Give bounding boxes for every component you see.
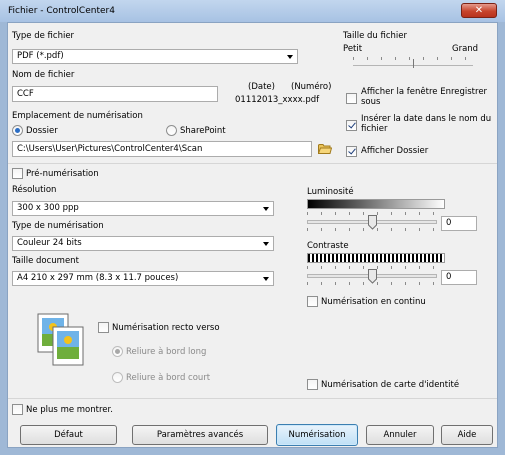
file-size-small-label: Petit [343, 44, 363, 54]
long-edge-label: Reliure à bord long [126, 347, 207, 357]
save-dialog-label: Afficher la fenêtre Enregistrer sous [361, 87, 488, 107]
resolution-label: Résolution [12, 185, 57, 195]
resolution-value: 300 x 300 ppp [17, 203, 79, 213]
dialog-body: Type de fichier PDF (*.pdf) Taille du fi… [7, 22, 498, 448]
file-size-label: Taille du fichier [343, 31, 407, 41]
long-edge-radio[interactable] [112, 346, 123, 357]
chevron-down-icon [263, 242, 269, 246]
continuous-checkbox[interactable] [307, 296, 318, 307]
dont-show-label: Ne plus me montrer. [26, 405, 113, 415]
continuous-label: Numérisation en continu [321, 297, 426, 307]
folder-radio-label: Dossier [26, 126, 58, 136]
title-bar[interactable]: Fichier - ControlCenter4 ✕ [0, 0, 505, 22]
file-name-label: Nom de fichier [12, 70, 75, 80]
file-name-input[interactable]: CCF [12, 86, 218, 102]
location-label: Emplacement de numérisation [12, 111, 143, 121]
brightness-input[interactable]: 0 [441, 216, 477, 231]
scan-path-input[interactable]: C:\Users\User\Pictures\ControlCenter4\Sc… [12, 141, 312, 157]
help-button[interactable]: Aide [441, 425, 493, 445]
file-size-slider[interactable] [353, 57, 473, 71]
prescan-checkbox[interactable] [12, 168, 23, 179]
footer-divider [8, 398, 497, 399]
chevron-down-icon [287, 55, 293, 59]
number-token-label: (Numéro) [291, 82, 332, 92]
folder-radio[interactable] [12, 125, 23, 136]
brightness-label: Luminosité [307, 187, 354, 197]
file-size-thumb[interactable] [413, 59, 414, 68]
default-button[interactable]: Défaut [20, 425, 117, 445]
dont-show-checkbox[interactable] [12, 404, 23, 415]
chevron-down-icon [263, 277, 269, 281]
file-type-label: Type de fichier [12, 31, 75, 41]
duplex-checkbox[interactable] [98, 322, 109, 333]
brightness-thumb[interactable] [368, 215, 377, 230]
save-dialog-checkbox[interactable] [346, 93, 357, 104]
date-token-label: (Date) [248, 82, 275, 92]
file-type-select[interactable]: PDF (*.pdf) [12, 49, 298, 64]
id-card-checkbox[interactable] [307, 379, 318, 390]
file-type-value: PDF (*.pdf) [17, 51, 64, 61]
browse-folder-icon[interactable] [317, 143, 333, 154]
contrast-label: Contraste [307, 241, 349, 251]
id-card-label: Numérisation de carte d'identité [321, 380, 460, 390]
window-title: Fichier - ControlCenter4 [8, 6, 115, 16]
duplex-label: Numérisation recto verso [112, 323, 220, 333]
scan-type-select[interactable]: Couleur 24 bits [12, 236, 274, 251]
show-folder-label: Afficher Dossier [361, 146, 429, 156]
dialog-window: Fichier - ControlCenter4 ✕ Type de fichi… [0, 0, 505, 455]
insert-date-checkbox[interactable] [346, 120, 357, 131]
sharepoint-radio-label: SharePoint [180, 126, 226, 136]
doc-size-select[interactable]: A4 210 x 297 mm (8.3 x 11.7 pouces) [12, 271, 274, 286]
advanced-settings-button[interactable]: Paramètres avancés [132, 425, 268, 445]
short-edge-radio[interactable] [112, 372, 123, 383]
scan-button[interactable]: Numérisation [276, 424, 358, 446]
duplex-pages-icon [37, 313, 85, 367]
close-icon[interactable]: ✕ [461, 3, 497, 18]
contrast-slider[interactable] [307, 266, 437, 286]
contrast-pattern [307, 253, 445, 263]
file-size-large-label: Grand [452, 44, 479, 54]
sharepoint-radio[interactable] [166, 125, 177, 136]
section-divider [8, 163, 497, 164]
contrast-thumb[interactable] [368, 269, 377, 284]
short-edge-label: Reliure à bord court [126, 373, 211, 383]
cancel-button[interactable]: Annuler [366, 425, 434, 445]
show-folder-checkbox[interactable] [346, 146, 357, 157]
resolution-select[interactable]: 300 x 300 ppp [12, 201, 274, 216]
doc-size-label: Taille document [12, 256, 79, 266]
contrast-input[interactable]: 0 [441, 270, 477, 285]
chevron-down-icon [263, 207, 269, 211]
scan-type-label: Type de numérisation [12, 221, 104, 231]
brightness-slider[interactable] [307, 212, 437, 232]
prescan-label: Pré-numérisation [26, 169, 99, 179]
file-name-sample: 01112013_xxxx.pdf [235, 95, 320, 105]
insert-date-label: Insérer la date dans le nom du fichier [361, 114, 492, 134]
doc-size-value: A4 210 x 297 mm (8.3 x 11.7 pouces) [17, 273, 179, 283]
brightness-gradient [307, 199, 445, 209]
scan-type-value: Couleur 24 bits [17, 238, 82, 248]
